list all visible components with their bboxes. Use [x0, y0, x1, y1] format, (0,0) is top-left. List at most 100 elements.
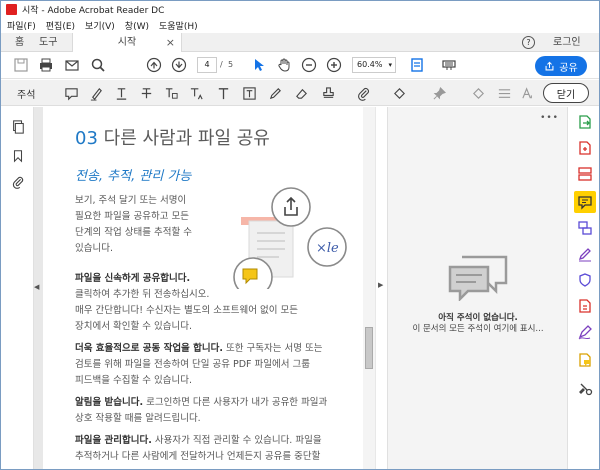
paragraph-manage-rest: 사용자가 직접 관리할 수 있습니다. 파일을: [151, 435, 322, 446]
section-title: 다른 사람과 파일 공유: [103, 128, 270, 149]
intro-line: 필요한 파일을 공유하고 모든: [75, 211, 189, 222]
paragraph-collaborate-rest: 또한 구독자는 서명 또는: [222, 343, 323, 354]
paragraph-line: 피드백을 수집할 수 있습니다.: [75, 375, 192, 386]
fill-sign-icon[interactable]: [576, 245, 594, 263]
edit-pdf-icon[interactable]: [576, 165, 594, 183]
share-button[interactable]: 공유: [535, 56, 587, 76]
paragraph-line: 매우 간단합니다! 수신자는 별도의 소프트웨어 없이 모든: [75, 305, 298, 316]
menu-window[interactable]: 창(W): [125, 19, 149, 32]
shapes-tool-icon[interactable]: [389, 83, 409, 103]
print-icon[interactable]: [36, 55, 56, 75]
paragraph-share-heading: 파일을 신속하게 공유합니다.: [75, 273, 191, 284]
optimize-pdf-icon[interactable]: [576, 297, 594, 315]
intro-line: 단계의 작업 상태를 추적할 수: [75, 227, 192, 238]
tab-document-label: 시작: [117, 37, 137, 48]
section-number: 03: [75, 128, 98, 149]
app-window: 시작 - Adobe Acrobat Reader DC 파일(F) 편집(E)…: [0, 0, 600, 470]
paragraph-collaborate: 더욱 효율적으로 공동 작업을 합니다. 또한 구독자는 서명 또는 검토를 위…: [75, 341, 322, 389]
paragraph-line: 추적하거나 다른 사람에게 전달하거나 언제든지 공유를 중단할: [75, 451, 321, 462]
prev-page-icon[interactable]: [144, 55, 164, 75]
more-tools-icon[interactable]: [576, 379, 594, 397]
paragraph-line: 클릭하여 추가한 뒤 전송하십시오.: [75, 289, 210, 300]
collapse-right-panel-icon[interactable]: ▶: [378, 281, 383, 289]
share-icon: [545, 61, 554, 70]
comment-tool-icon[interactable]: [574, 191, 596, 213]
text-box-icon[interactable]: [239, 83, 259, 103]
section-heading: 03 다른 사람과 파일 공유: [75, 124, 270, 150]
keyboard-icon[interactable]: [439, 55, 459, 75]
strikethrough-text-icon[interactable]: [136, 83, 156, 103]
combine-files-icon[interactable]: [576, 219, 594, 237]
right-tools-rail: [567, 107, 599, 469]
page-number-input[interactable]: 4: [197, 57, 217, 73]
attach-file-icon[interactable]: [353, 83, 373, 103]
paragraph-line: 검토를 위해 파일을 전송하여 단일 공유 PDF 파일에서 그룹: [75, 359, 310, 370]
empty-comments-description: 이 문서의 모든 주석이 여기에 표시...: [412, 324, 544, 334]
page-fit-icon[interactable]: [407, 55, 427, 75]
paragraph-line: 상호 작용할 때를 알려드립니다.: [75, 413, 201, 424]
document-scrollbar[interactable]: [363, 107, 375, 469]
pencil-icon[interactable]: [265, 83, 285, 103]
paragraph-manage-heading: 파일을 관리합니다.: [75, 435, 152, 446]
add-text-icon[interactable]: [213, 83, 233, 103]
paragraph-collaborate-heading: 더욱 효율적으로 공동 작업을 합니다.: [75, 343, 223, 354]
title-bar: 시작 - Adobe Acrobat Reader DC: [1, 1, 599, 18]
stamp-icon[interactable]: [318, 83, 338, 103]
save-icon[interactable]: [11, 55, 31, 75]
empty-comments-icon: [448, 255, 508, 301]
eraser-icon[interactable]: [291, 83, 311, 103]
document-view[interactable]: ◀ 03 다른 사람과 파일 공유 전송, 추적, 관리 가능 보기, 주석 달…: [34, 107, 376, 469]
font-size-icon[interactable]: [518, 83, 538, 103]
search-icon[interactable]: [88, 55, 108, 75]
paragraph-notify: 알림을 받습니다. 로그인하면 다른 사용자가 내가 공유한 파일과 상호 작용…: [75, 395, 327, 427]
menu-view[interactable]: 보기(V): [85, 19, 115, 32]
underline-text-icon[interactable]: [111, 83, 131, 103]
tab-bar: 홈 도구 시작 × ? 로그인: [1, 33, 599, 52]
page-total: 5: [228, 60, 234, 69]
zoom-level-select[interactable]: 60.4% ▾: [352, 57, 396, 73]
replace-text-icon[interactable]: [161, 83, 181, 103]
tab-home[interactable]: 홈: [15, 33, 24, 52]
menu-edit[interactable]: 편집(E): [46, 19, 75, 32]
send-for-signature-icon[interactable]: [576, 323, 594, 341]
insert-text-icon[interactable]: [186, 83, 206, 103]
left-navigation-rail: ◀: [1, 107, 42, 469]
send-for-comments-icon[interactable]: [576, 351, 594, 369]
attachment-icon[interactable]: [11, 175, 25, 189]
menu-help[interactable]: 도움말(H): [159, 19, 198, 32]
more-options-icon[interactable]: •••: [540, 113, 559, 123]
zoom-in-icon[interactable]: [324, 55, 344, 75]
tab-close-icon[interactable]: ×: [166, 33, 175, 52]
page-thumbnails-icon[interactable]: [11, 120, 25, 134]
sticky-note-icon[interactable]: [61, 83, 81, 103]
login-link[interactable]: 로그인: [553, 33, 581, 52]
hand-tool-icon[interactable]: [274, 55, 294, 75]
menu-file[interactable]: 파일(F): [7, 19, 36, 32]
fill-color-icon[interactable]: [468, 83, 488, 103]
window-title: 시작 - Adobe Acrobat Reader DC: [22, 6, 165, 16]
comment-bar-label: 주석: [17, 90, 36, 101]
menu-bar: 파일(F) 편집(E) 보기(V) 창(W) 도움말(H): [1, 18, 599, 33]
tab-tools[interactable]: 도구: [39, 33, 57, 52]
help-icon[interactable]: ?: [522, 36, 535, 49]
paragraph-notify-heading: 알림을 받습니다.: [75, 397, 144, 408]
intro-paragraph: 보기, 주석 달기 또는 서명이 필요한 파일을 공유하고 모든 단계의 작업 …: [75, 193, 192, 257]
create-pdf-icon[interactable]: [576, 139, 594, 157]
tab-document[interactable]: 시작 ×: [72, 33, 182, 52]
section-subtitle: 전송, 추적, 관리 가능: [75, 169, 192, 184]
pin-icon[interactable]: [429, 83, 449, 103]
protect-icon[interactable]: [576, 271, 594, 289]
scrollbar-thumb[interactable]: [365, 327, 373, 369]
comments-panel: ••• 아직 주석이 없습니다. 이 문서의 모든 주석이 여기에 표시...: [387, 107, 567, 469]
bookmark-icon[interactable]: [11, 149, 25, 163]
zoom-out-icon[interactable]: [299, 55, 319, 75]
close-comment-button[interactable]: 닫기: [543, 83, 589, 103]
highlight-icon[interactable]: [86, 83, 106, 103]
zoom-level-value: 60.4%: [357, 60, 383, 69]
export-pdf-icon[interactable]: [576, 113, 594, 131]
expand-left-panel-icon[interactable]: ◀: [34, 283, 39, 291]
email-icon[interactable]: [62, 55, 82, 75]
line-width-icon[interactable]: [494, 83, 514, 103]
next-page-icon[interactable]: [169, 55, 189, 75]
select-cursor-icon[interactable]: [249, 55, 269, 75]
